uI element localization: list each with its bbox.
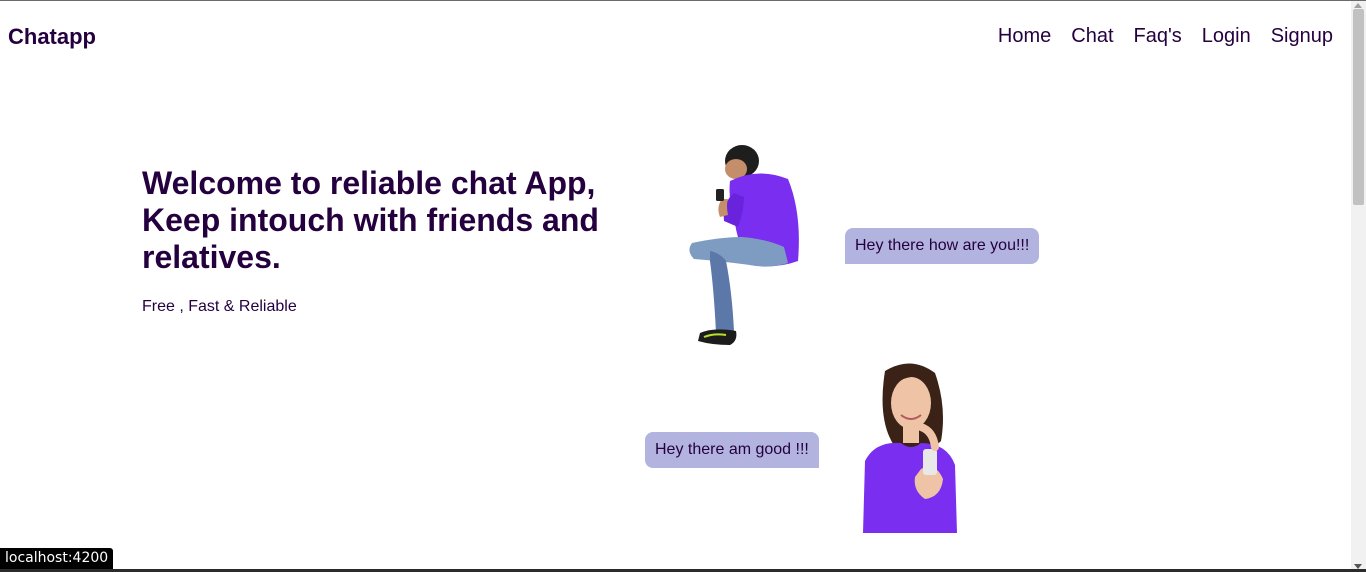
scroll-up-icon[interactable] bbox=[1354, 3, 1362, 8]
nav-signup[interactable]: Signup bbox=[1271, 25, 1333, 48]
brand-logo[interactable]: Chatapp bbox=[8, 24, 96, 50]
page-scrollbar[interactable] bbox=[1351, 1, 1366, 572]
nav-chat[interactable]: Chat bbox=[1071, 25, 1113, 48]
browser-viewport: Chatapp Home Chat Faq's Login Signup Wel… bbox=[0, 0, 1366, 572]
scrollbar-thumb[interactable] bbox=[1353, 9, 1364, 205]
main-nav: Home Chat Faq's Login Signup bbox=[978, 25, 1333, 48]
chat-bubble-incoming: Hey there how are you!!! bbox=[845, 228, 1040, 264]
nav-home[interactable]: Home bbox=[998, 25, 1051, 48]
hero-title: Welcome to reliable chat App, Keep intou… bbox=[142, 165, 599, 275]
link-status-tooltip: localhost:4200 bbox=[0, 548, 114, 569]
man-with-phone-illustration bbox=[689, 145, 799, 345]
chat-bubble-reply: Hey there am good !!! bbox=[645, 432, 819, 468]
landing-page: Chatapp Home Chat Faq's Login Signup Wel… bbox=[0, 1, 1351, 572]
woman-with-phone-illustration bbox=[863, 363, 957, 533]
nav-login[interactable]: Login bbox=[1202, 25, 1251, 48]
nav-faqs[interactable]: Faq's bbox=[1134, 25, 1182, 48]
hero-subtitle: Free , Fast & Reliable bbox=[142, 298, 297, 315]
